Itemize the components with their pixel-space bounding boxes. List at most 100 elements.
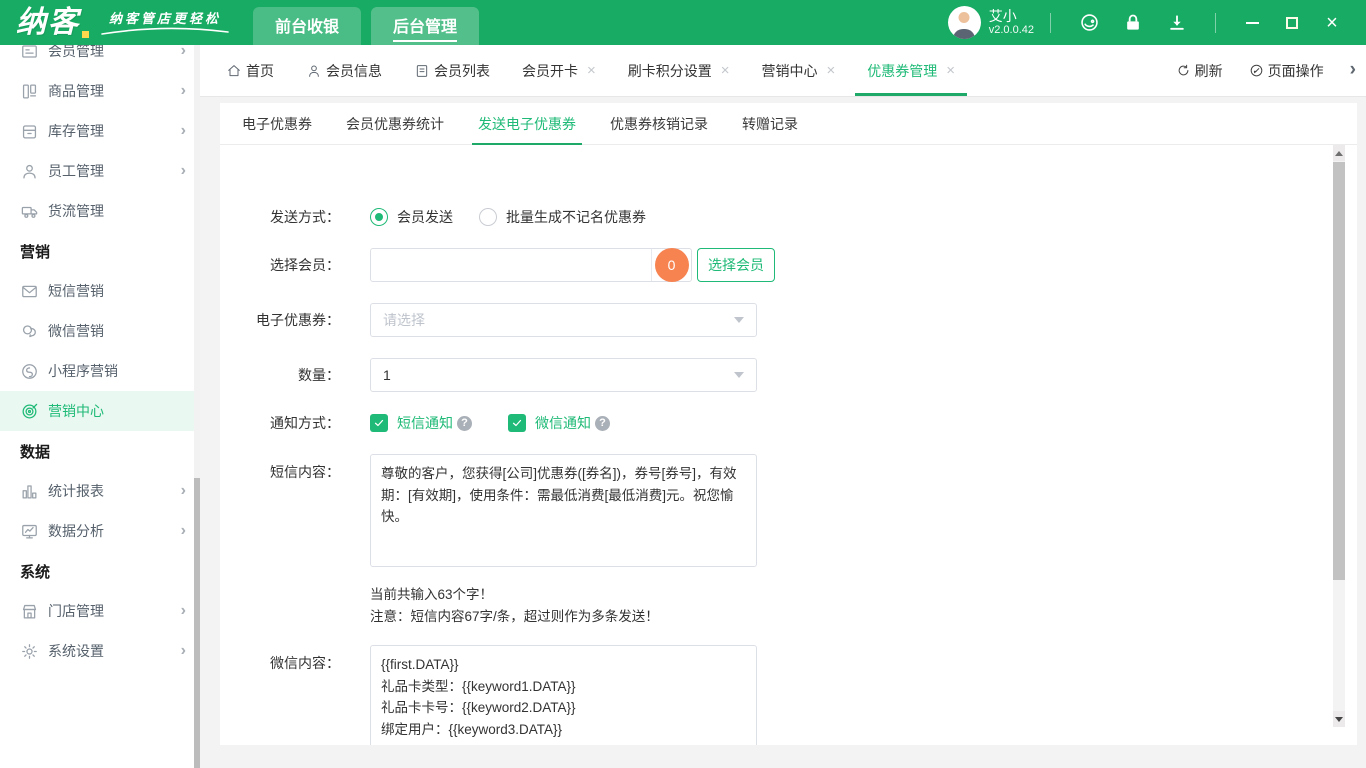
radio-member-send[interactable]: 会员发送 bbox=[370, 207, 453, 227]
subtab-member-coupon-stats[interactable]: 会员优惠券统计 bbox=[346, 103, 444, 144]
close-tab-icon[interactable]: × bbox=[721, 63, 730, 78]
subtab-send-e-coupon[interactable]: 发送电子优惠券 bbox=[478, 103, 576, 144]
wechat-help-icon[interactable]: ? bbox=[595, 416, 610, 431]
member-input[interactable] bbox=[371, 249, 651, 281]
bar-chart-icon bbox=[20, 482, 39, 501]
avatar-head bbox=[959, 12, 970, 23]
mail-icon bbox=[20, 282, 39, 301]
notify-method-label: 通知方式： bbox=[220, 413, 340, 433]
scroll-up-button[interactable] bbox=[1333, 145, 1345, 161]
subtab-coupon-redeem-records[interactable]: 优惠券核销记录 bbox=[610, 103, 708, 144]
sidebar-item-data-analysis[interactable]: 数据分析 › bbox=[0, 511, 200, 551]
sms-notify-checkbox[interactable]: 短信通知 ? bbox=[370, 413, 472, 433]
quantity-select[interactable]: 1 bbox=[370, 358, 757, 392]
radio-batch-anonymous[interactable]: 批量生成不记名优惠券 bbox=[479, 207, 646, 227]
triangle-up-icon bbox=[1335, 151, 1343, 156]
scroll-down-button[interactable] bbox=[1333, 711, 1345, 727]
member-count-badge: 0 bbox=[655, 248, 689, 282]
quantity-label: 数量： bbox=[220, 365, 340, 385]
choose-member-button[interactable]: 选择会员 bbox=[697, 248, 775, 282]
subtab-transfer-records[interactable]: 转赠记录 bbox=[742, 103, 798, 144]
e-coupon-label: 电子优惠券： bbox=[220, 310, 340, 330]
nav-tab-backoffice[interactable]: 后台管理 bbox=[371, 7, 479, 45]
send-coupon-form: 发送方式： 会员发送 批量生成不记名优惠券 选择会员： bbox=[220, 145, 1357, 745]
e-coupon-select[interactable]: 请选择 bbox=[370, 303, 757, 337]
sidebar-item-statistics-reports[interactable]: 统计报表 › bbox=[0, 471, 200, 511]
quantity-row: 数量： 1 bbox=[220, 358, 1357, 392]
minimize-icon bbox=[1246, 22, 1259, 24]
refresh-icon bbox=[1176, 63, 1191, 78]
close-button[interactable]: × bbox=[1317, 9, 1347, 37]
page-operations-button[interactable]: 页面操作 bbox=[1249, 61, 1324, 81]
sms-help-icon[interactable]: ? bbox=[457, 416, 472, 431]
sidebar-section-data: 数据 bbox=[0, 431, 200, 471]
chevron-right-icon: › bbox=[181, 643, 186, 659]
sidebar-item-miniprogram-marketing[interactable]: 小程序营销 bbox=[0, 351, 200, 391]
close-tab-icon[interactable]: × bbox=[946, 63, 955, 78]
close-tab-icon[interactable]: × bbox=[827, 63, 836, 78]
close-tab-icon[interactable]: × bbox=[587, 63, 596, 78]
chevron-down-icon bbox=[734, 372, 744, 378]
lock-icon[interactable] bbox=[1122, 12, 1144, 34]
sms-content-textarea[interactable]: 尊敬的客户，您获得[公司]优惠券([券名])，券号[券号]，有效期：[有效期]，… bbox=[370, 454, 757, 567]
sidebar-item-system-settings[interactable]: 系统设置 › bbox=[0, 631, 200, 671]
sidebar-item-marketing-center[interactable]: 营销中心 bbox=[0, 391, 200, 431]
download-icon[interactable] bbox=[1166, 12, 1188, 34]
more-tabs-chevron[interactable]: › bbox=[1350, 59, 1356, 83]
nav-tab-frontdesk[interactable]: 前台收银 bbox=[253, 7, 361, 45]
select-member-label: 选择会员： bbox=[220, 255, 340, 275]
coupon-subtabs: 电子优惠券 会员优惠券统计 发送电子优惠券 优惠券核销记录 转赠记录 bbox=[220, 103, 1357, 145]
main-area: 首页 会员信息 会员列表 会员开卡 × 刷卡积分设置 × 营销中心 × 优惠券管… bbox=[200, 45, 1366, 768]
select-member-row: 选择会员： 0 选择会员 bbox=[220, 248, 1357, 282]
sms-limit-note: 注意：短信内容67字/条，超过则作为多条发送！ bbox=[370, 606, 1357, 628]
user-name: 艾小 bbox=[989, 8, 1034, 25]
tab-coupon-management[interactable]: 优惠券管理 × bbox=[855, 45, 967, 96]
tab-home[interactable]: 首页 bbox=[214, 45, 286, 96]
sidebar-item-staff-management[interactable]: 员工管理 › bbox=[0, 151, 200, 191]
subtab-e-coupon[interactable]: 电子优惠券 bbox=[242, 103, 312, 144]
tab-member-list[interactable]: 会员列表 bbox=[402, 45, 502, 96]
sidebar-item-goods-management[interactable]: 商品管理 › bbox=[0, 71, 200, 111]
customer-service-icon[interactable] bbox=[1078, 12, 1100, 34]
user-meta: 艾小 v2.0.0.42 bbox=[989, 8, 1034, 38]
wechat-content-row: 微信内容： {{first.DATA}} 礼品卡类型：{{keyword1.DA… bbox=[220, 645, 1357, 745]
logo-accent-dot bbox=[82, 31, 89, 38]
wechat-notify-checkbox[interactable]: 微信通知 ? bbox=[508, 413, 610, 433]
sidebar-item-wechat-marketing[interactable]: 微信营销 bbox=[0, 311, 200, 351]
scrollbar-thumb[interactable] bbox=[1333, 162, 1345, 580]
tab-marketing-center[interactable]: 营销中心 × bbox=[750, 45, 848, 96]
sidebar-item-inventory-management[interactable]: 库存管理 › bbox=[0, 111, 200, 151]
sidebar-section-marketing: 营销 bbox=[0, 231, 200, 271]
wechat-icon bbox=[20, 322, 39, 341]
chevron-right-icon: › bbox=[181, 483, 186, 499]
sidebar-item-store-management[interactable]: 门店管理 › bbox=[0, 591, 200, 631]
sidebar-item-sms-marketing[interactable]: 短信营销 bbox=[0, 271, 200, 311]
checkbox-check-icon bbox=[508, 414, 526, 432]
sms-notes: 当前共输入63个字！ 注意：短信内容67字/条，超过则作为多条发送！ bbox=[370, 584, 1357, 627]
tab-card-points-settings[interactable]: 刷卡积分设置 × bbox=[616, 45, 742, 96]
chevron-right-icon: › bbox=[181, 45, 186, 59]
tab-member-card-open[interactable]: 会员开卡 × bbox=[510, 45, 608, 96]
list-icon bbox=[414, 63, 430, 79]
miniprogram-icon bbox=[20, 362, 39, 381]
wechat-content-textarea[interactable]: {{first.DATA}} 礼品卡类型：{{keyword1.DATA}} 礼… bbox=[370, 645, 757, 745]
minimize-button[interactable] bbox=[1237, 9, 1267, 37]
notify-method-row: 通知方式： 短信通知 ? 微信通知 ? bbox=[220, 413, 1357, 433]
sidebar-item-member-management[interactable]: 会员管理 › bbox=[0, 45, 200, 71]
gear-icon bbox=[20, 642, 39, 661]
maximize-button[interactable] bbox=[1277, 9, 1307, 37]
radio-icon bbox=[370, 208, 388, 226]
tab-member-info[interactable]: 会员信息 bbox=[294, 45, 394, 96]
target-icon bbox=[20, 402, 39, 421]
member-card-icon bbox=[20, 45, 39, 61]
sidebar-item-logistics-management[interactable]: 货流管理 bbox=[0, 191, 200, 231]
member-input-box: 0 bbox=[370, 248, 692, 282]
chevron-down-icon bbox=[734, 317, 744, 323]
content-panel: 电子优惠券 会员优惠券统计 发送电子优惠券 优惠券核销记录 转赠记录 发送方式：… bbox=[220, 103, 1357, 745]
member-count-cell: 0 bbox=[651, 249, 691, 281]
logo-tagline: 纳客管店更轻松 bbox=[99, 8, 231, 36]
sidebar: 会员管理 › 商品管理 › 库存管理 › 员工管理 › 货流管理 营销 短信营销 bbox=[0, 45, 200, 768]
page-tabstrip: 首页 会员信息 会员列表 会员开卡 × 刷卡积分设置 × 营销中心 × 优惠券管… bbox=[200, 45, 1366, 97]
avatar[interactable] bbox=[948, 6, 981, 39]
refresh-button[interactable]: 刷新 bbox=[1176, 61, 1223, 81]
